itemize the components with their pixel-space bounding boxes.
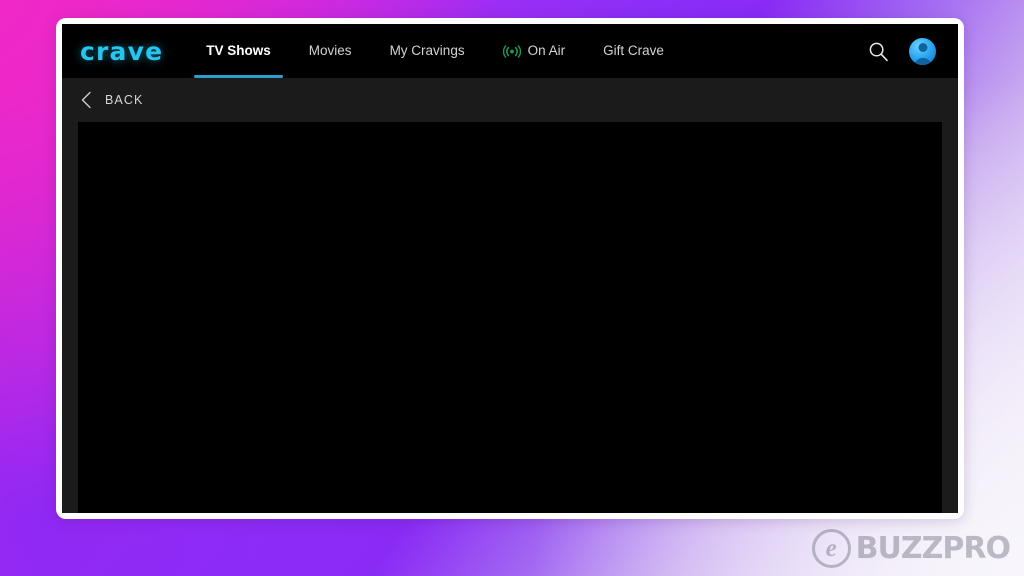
video-content-area[interactable]: [78, 122, 942, 513]
nav-item-gift-crave[interactable]: Gift Crave: [584, 24, 683, 78]
ebuzzpro-watermark: e BUZZPRO: [811, 529, 1011, 568]
nav-item-label: Gift Crave: [603, 43, 664, 59]
search-icon[interactable]: [868, 41, 889, 62]
background-gradient: crave TV Shows Movies My Cravings On Air…: [0, 0, 1024, 576]
back-button-label: BACK: [105, 93, 144, 107]
back-button[interactable]: BACK: [62, 78, 958, 122]
main-nav: TV Shows Movies My Cravings On Air Gift …: [187, 24, 683, 78]
nav-item-label: On Air: [527, 43, 566, 59]
top-navigation-bar: crave TV Shows Movies My Cravings On Air…: [62, 24, 958, 78]
nav-item-my-cravings[interactable]: My Cravings: [371, 24, 484, 78]
crave-app: crave TV Shows Movies My Cravings On Air…: [62, 24, 958, 513]
chevron-left-icon: [81, 91, 91, 109]
nav-item-label: My Cravings: [389, 43, 465, 59]
watermark-text: BUZZPRO: [855, 530, 1011, 566]
device-frame: crave TV Shows Movies My Cravings On Air…: [56, 18, 964, 519]
nav-item-label: TV Shows: [206, 43, 271, 59]
nav-item-label: Movies: [308, 43, 352, 59]
avatar-head: [918, 42, 927, 52]
watermark-logo-mark: e: [811, 529, 851, 568]
active-tab-underline: [194, 75, 283, 78]
nav-item-tv-shows[interactable]: TV Shows: [187, 24, 290, 78]
nav-item-movies[interactable]: Movies: [290, 24, 371, 78]
avatar-body: [913, 57, 932, 65]
topbar-actions: [868, 37, 958, 65]
broadcast-icon: [502, 44, 521, 58]
content-gutter: [62, 122, 958, 513]
nav-item-on-air[interactable]: On Air: [484, 24, 585, 78]
user-avatar[interactable]: [909, 37, 936, 65]
crave-logo[interactable]: crave: [80, 39, 163, 64]
